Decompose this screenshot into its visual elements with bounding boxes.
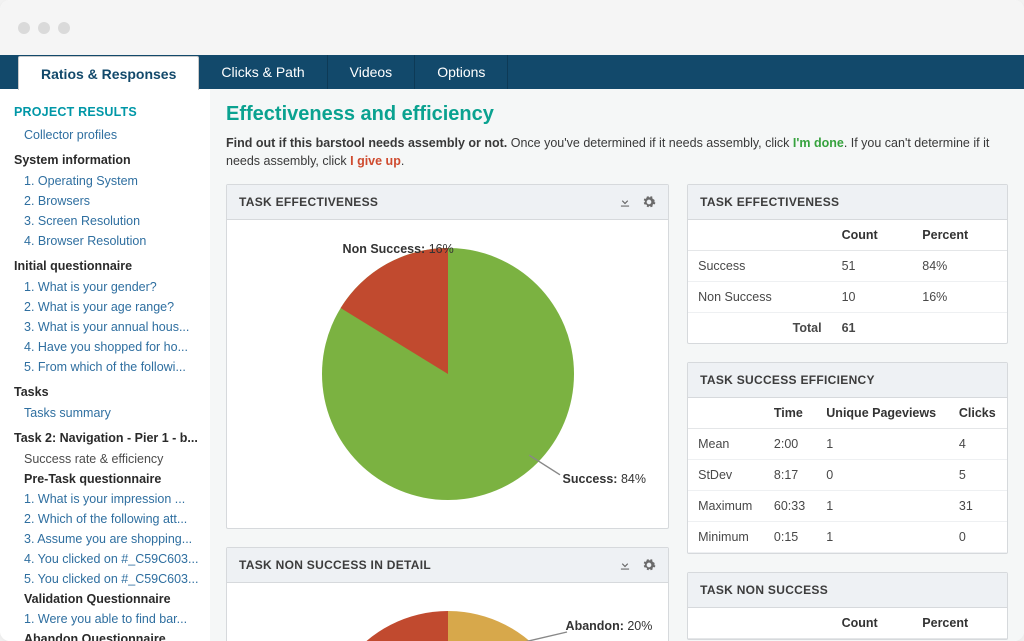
sidebar-item[interactable]: 4. Have you shopped for ho...	[14, 337, 200, 357]
sidebar-item[interactable]: Tasks	[14, 385, 200, 399]
tab-options[interactable]: Options	[415, 55, 508, 89]
pie-chart-nonsuccess: Abandon: 20%	[308, 597, 588, 641]
sidebar-item[interactable]: Success rate & efficiency	[14, 449, 200, 469]
gear-icon[interactable]	[642, 558, 656, 572]
panel-title: TASK EFFECTIVENESS	[700, 195, 839, 209]
th-percent: Percent	[912, 608, 1007, 639]
pie-label-nonsuccess: Non Success: 16%	[343, 242, 454, 256]
window-dot	[18, 22, 30, 34]
sidebar: PROJECT RESULTS Collector profiles System…	[0, 89, 210, 641]
sidebar-item[interactable]: Abandon Questionnaire	[14, 629, 200, 641]
window-dot	[58, 22, 70, 34]
sidebar-item[interactable]: 3. What is your annual hous...	[14, 317, 200, 337]
panel-title: TASK EFFECTIVENESS	[239, 195, 378, 209]
sidebar-item[interactable]: 1. What is your impression ...	[14, 489, 200, 509]
th-count: Count	[832, 220, 913, 251]
table-row: Mean2:0014	[688, 429, 1007, 460]
pie-label-abandon: Abandon: 20%	[566, 619, 653, 633]
task-intro: Find out if this barstool needs assembly…	[226, 134, 1008, 170]
pie-chart-effectiveness: Non Success: 16% Success: 84%	[308, 234, 588, 514]
sidebar-item[interactable]: 1. Were you able to find bar...	[14, 609, 200, 629]
sidebar-item[interactable]: 1. Operating System	[14, 171, 200, 191]
intro-text: .	[401, 154, 404, 168]
table-row: Non Success 10 16%	[688, 282, 1007, 313]
panel-task-nonsuccess-chart: TASK NON SUCCESS IN DETAIL	[226, 547, 669, 641]
sidebar-item[interactable]: 2. Browsers	[14, 191, 200, 211]
panel-title: TASK NON SUCCESS	[700, 583, 828, 597]
panel-task-success-efficiency: TASK SUCCESS EFFICIENCY Time Unique Page…	[687, 362, 1008, 554]
th	[688, 220, 832, 251]
page-title: Effectiveness and efficiency	[226, 103, 1008, 126]
panel-task-effectiveness-table: TASK EFFECTIVENESS Count Percent	[687, 184, 1008, 344]
th-percent: Percent	[912, 220, 1007, 251]
download-icon[interactable]	[618, 195, 632, 209]
panel-title: TASK NON SUCCESS IN DETAIL	[239, 558, 431, 572]
table-row: Maximum60:33131	[688, 491, 1007, 522]
sidebar-item[interactable]: 2. Which of the following att...	[14, 509, 200, 529]
intro-text: Once you've determined if it needs assem…	[507, 136, 793, 150]
intro-giveup: I give up	[350, 154, 401, 168]
table-row: StDev8:1705	[688, 460, 1007, 491]
tabs-bar: Ratios & Responses Clicks & Path Videos …	[0, 55, 1024, 89]
sidebar-item[interactable]: 1. What is your gender?	[14, 277, 200, 297]
th-clicks: Clicks	[949, 398, 1007, 429]
th	[688, 608, 832, 639]
panel-task-effectiveness-chart: TASK EFFECTIVENESS	[226, 184, 669, 529]
th-count: Count	[832, 608, 913, 639]
sidebar-item[interactable]: Pre-Task questionnaire	[14, 469, 200, 489]
tab-videos[interactable]: Videos	[328, 55, 416, 89]
sidebar-item[interactable]: 3. Screen Resolution	[14, 211, 200, 231]
sidebar-item[interactable]: 3. Assume you are shopping...	[14, 529, 200, 549]
browser-frame: Ratios & Responses Clicks & Path Videos …	[0, 0, 1024, 641]
main-content: Effectiveness and efficiency Find out if…	[210, 89, 1024, 641]
sidebar-heading: PROJECT RESULTS	[14, 105, 200, 119]
sidebar-item[interactable]: Collector profiles	[14, 125, 200, 145]
sidebar-item[interactable]: 4. You clicked on #_C59C603...	[14, 549, 200, 569]
sidebar-item[interactable]: Validation Questionnaire	[14, 589, 200, 609]
sidebar-item[interactable]: Initial questionnaire	[14, 259, 200, 273]
tab-clicks-path[interactable]: Clicks & Path	[199, 55, 327, 89]
th	[688, 398, 764, 429]
browser-chrome	[0, 0, 1024, 55]
sidebar-item[interactable]: 5. You clicked on #_C59C603...	[14, 569, 200, 589]
panel-title: TASK SUCCESS EFFICIENCY	[700, 373, 875, 387]
table-row: Success 51 84%	[688, 251, 1007, 282]
table-row-total: Total 61	[688, 313, 1007, 344]
pie-label-success: Success: 84%	[563, 472, 646, 486]
th-unique: Unique Pageviews	[816, 398, 949, 429]
nonsuccess-table: Count Percent	[688, 608, 1007, 639]
intro-bold: Find out if this barstool needs assembly…	[226, 136, 507, 150]
effectiveness-table: Count Percent Success 51 84%	[688, 220, 1007, 343]
table-row: Minimum0:1510	[688, 522, 1007, 553]
efficiency-table: Time Unique Pageviews Clicks Mean2:0014 …	[688, 398, 1007, 553]
panel-task-nonsuccess-table: TASK NON SUCCESS Count Percent	[687, 572, 1008, 640]
sidebar-item[interactable]: Task 2: Navigation - Pier 1 - b...	[14, 431, 200, 445]
tab-ratios-responses[interactable]: Ratios & Responses	[18, 56, 199, 90]
sidebar-item[interactable]: 5. From which of the followi...	[14, 357, 200, 377]
gear-icon[interactable]	[642, 195, 656, 209]
sidebar-item[interactable]: 2. What is your age range?	[14, 297, 200, 317]
th-time: Time	[764, 398, 816, 429]
sidebar-item[interactable]: Tasks summary	[14, 403, 200, 423]
sidebar-item[interactable]: System information	[14, 153, 200, 167]
sidebar-item[interactable]: 4. Browser Resolution	[14, 231, 200, 251]
intro-done: I'm done	[793, 136, 844, 150]
download-icon[interactable]	[618, 558, 632, 572]
window-dot	[38, 22, 50, 34]
